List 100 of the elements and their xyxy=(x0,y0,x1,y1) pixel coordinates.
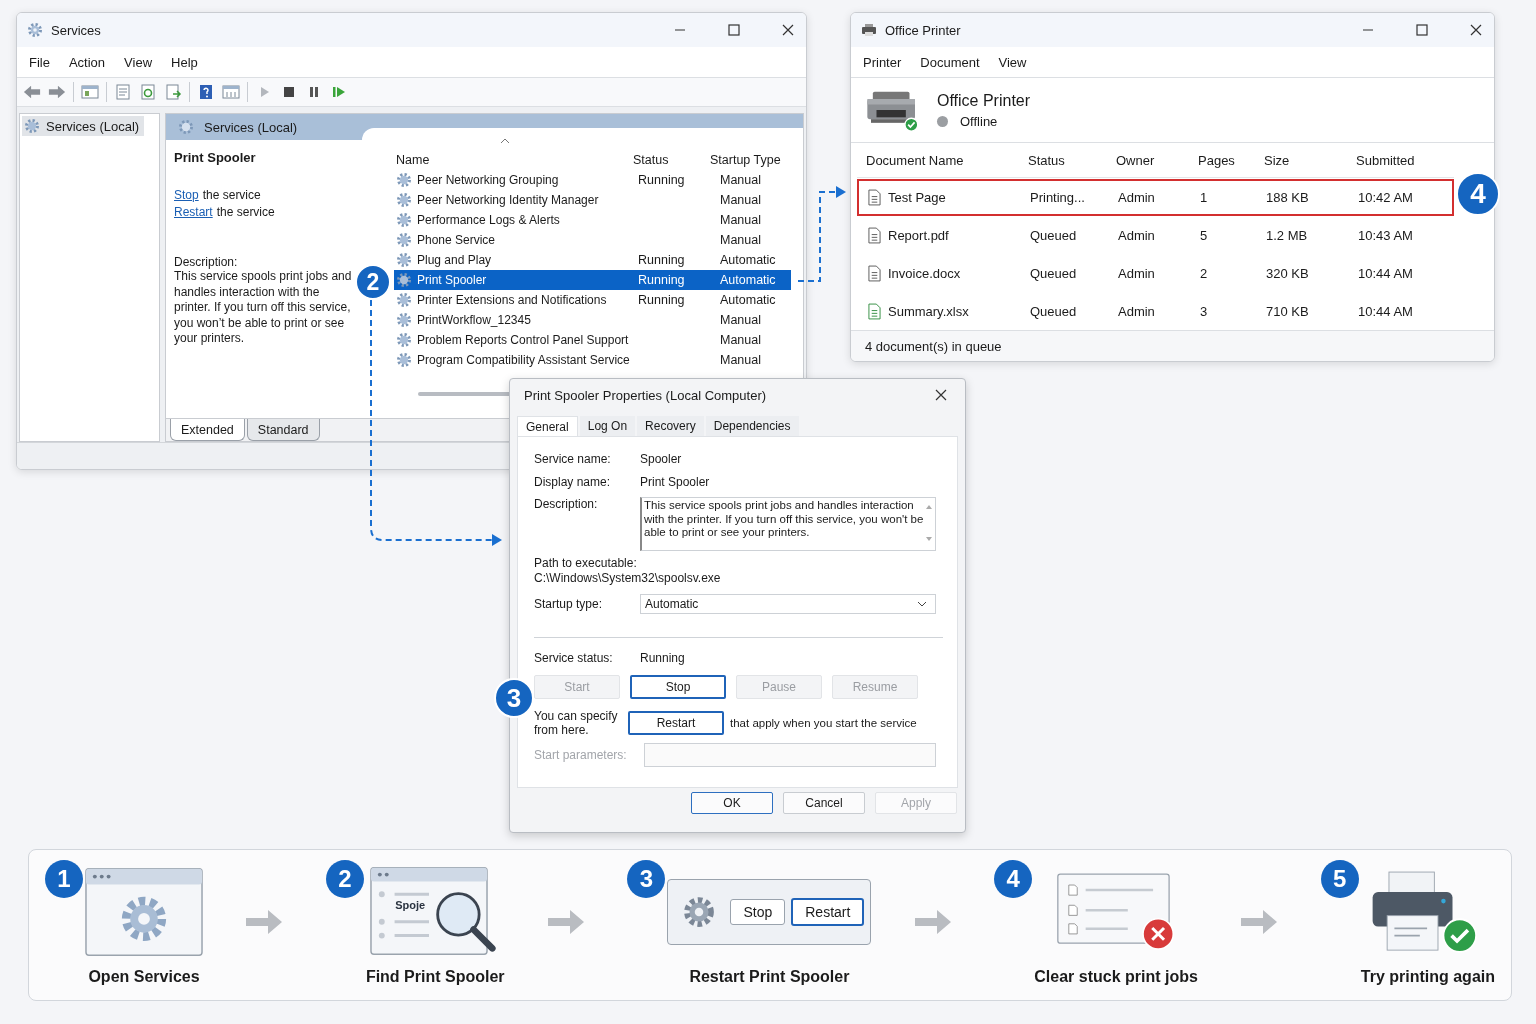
view-icon[interactable] xyxy=(222,84,240,100)
column-header[interactable]: Document Name xyxy=(857,152,1019,168)
tree-item[interactable]: Services (Local) xyxy=(22,116,145,136)
print-job-row[interactable]: Report.pdf Queued Admin 5 1.2 MB 10:43 AM xyxy=(857,217,1454,254)
gear-icon xyxy=(396,212,412,228)
document-icon xyxy=(868,227,881,244)
field-label: Startup type: xyxy=(534,596,604,611)
column-header[interactable]: Startup Type xyxy=(710,153,791,167)
print-job-row[interactable]: Summary.xlsx Queued Admin 3 710 KB 10:44 AM xyxy=(857,293,1454,330)
description-box[interactable]: This service spools print jobs and handles interaction with the printer. If you turn off this service, you won't be able to print or see your printers. xyxy=(640,497,936,551)
pane-title: Services (Local) xyxy=(204,119,298,135)
arrow-right-icon xyxy=(912,908,953,936)
view-tab[interactable]: Standard xyxy=(246,419,320,441)
gear-icon xyxy=(396,172,412,188)
dialog-tab[interactable]: General xyxy=(517,416,578,436)
service-action-link[interactable]: Restart xyxy=(174,205,213,219)
arrow-right-icon xyxy=(546,908,586,936)
gear-icon xyxy=(396,192,412,208)
dialog-tab[interactable]: Recovery xyxy=(637,416,704,436)
window-title: Office Printer xyxy=(885,22,961,38)
startup-type-dropdown[interactable]: Automatic xyxy=(640,593,936,614)
sort-caret-icon xyxy=(500,138,510,144)
start-parameters-field[interactable] xyxy=(644,743,936,767)
column-header[interactable]: Submitted xyxy=(1347,152,1454,168)
maximize-icon[interactable] xyxy=(728,24,740,36)
gear-icon xyxy=(682,895,717,929)
console-tree-icon[interactable] xyxy=(81,84,99,100)
dialog-tab[interactable]: Log On xyxy=(579,416,636,436)
field-value: Print Spooler xyxy=(640,474,710,489)
service-row[interactable]: PrintWorkflow_12345 Manual xyxy=(394,310,791,330)
column-header[interactable]: Size xyxy=(1255,152,1347,168)
print-job-row[interactable]: Invoice.docx Queued Admin 2 320 KB 10:44 AM xyxy=(857,255,1454,292)
column-header[interactable]: Pages xyxy=(1189,152,1255,168)
forward-icon[interactable] xyxy=(48,84,66,100)
column-header[interactable]: Status xyxy=(633,153,710,167)
service-row[interactable]: Peer Networking Identity Manager Manual xyxy=(394,190,791,210)
column-header[interactable]: Name xyxy=(396,153,633,167)
gear-icon xyxy=(24,118,40,134)
service-control-button[interactable]: Stop xyxy=(630,675,726,699)
menu-item[interactable]: View xyxy=(998,54,1027,70)
dialog-title: Print Spooler Properties (Local Computer) xyxy=(524,387,767,403)
window-title: Services xyxy=(51,22,101,38)
gear-icon xyxy=(396,232,412,248)
export-icon[interactable] xyxy=(164,84,182,100)
action-text: the service xyxy=(202,188,261,202)
service-row[interactable]: Print Spooler Running Automatic xyxy=(394,270,791,290)
printer-icon xyxy=(861,22,877,38)
service-row[interactable]: Problem Reports Control Panel Support Manual xyxy=(394,330,791,350)
step-label: Find Print Spooler xyxy=(365,968,505,986)
menu-item[interactable]: Help xyxy=(171,54,198,70)
service-row[interactable]: Plug and Play Running Automatic xyxy=(394,250,791,270)
step-label: Clear stuck print jobs xyxy=(1034,968,1198,986)
restart-button[interactable]: Restart xyxy=(628,711,724,735)
gear-icon xyxy=(396,272,412,288)
field-value: C:\Windows\System32\spoolsv.exe xyxy=(534,571,722,586)
chevron-down-icon xyxy=(917,600,927,607)
refresh-icon[interactable] xyxy=(139,84,157,100)
description-label: Description: xyxy=(174,255,239,269)
maximize-icon[interactable] xyxy=(1416,24,1428,36)
service-row[interactable]: Phone Service Manual xyxy=(394,230,791,250)
back-icon[interactable] xyxy=(23,84,41,100)
menu-item[interactable]: Printer xyxy=(863,54,902,70)
hint-text: You can specify from here. xyxy=(534,709,619,737)
dialog-button[interactable]: Cancel xyxy=(783,792,865,814)
field-value: Spooler xyxy=(640,451,682,466)
dialog-button[interactable]: OK xyxy=(691,792,773,814)
help-icon[interactable] xyxy=(197,84,215,100)
hint-text: that apply when you start the service xyxy=(730,717,917,729)
scroll-arrows-icon[interactable] xyxy=(925,503,933,543)
service-row[interactable]: Peer Networking Grouping Running Manual xyxy=(394,170,791,190)
service-action-link[interactable]: Stop xyxy=(174,188,199,202)
field-label: Display name: xyxy=(534,474,612,489)
menu-item[interactable]: Action xyxy=(68,54,106,70)
view-tab[interactable]: Extended xyxy=(170,419,245,441)
stop-button-drawing: Stop xyxy=(730,899,786,925)
action-text: the service xyxy=(216,205,275,219)
step-number-badge: 4 xyxy=(994,860,1033,898)
step-label: Open Services xyxy=(88,968,200,986)
menu-item[interactable]: File xyxy=(29,54,50,70)
field-label: Path to executable: xyxy=(534,556,638,571)
service-row[interactable]: Performance Logs & Alerts Manual xyxy=(394,210,791,230)
restart-button-drawing: Restart xyxy=(791,898,865,926)
status-text: 4 document(s) in queue xyxy=(865,338,1002,354)
column-header[interactable]: Owner xyxy=(1107,152,1189,168)
menu-item[interactable]: View xyxy=(124,54,153,70)
close-icon[interactable] xyxy=(1470,24,1482,36)
step-number-badge: 3 xyxy=(494,678,534,718)
properties-icon[interactable] xyxy=(114,84,132,100)
column-header[interactable]: Status xyxy=(1019,152,1107,168)
dialog-tab[interactable]: Dependencies xyxy=(705,416,799,436)
printer-status: Offline xyxy=(960,113,998,129)
gear-icon xyxy=(396,252,412,268)
close-icon[interactable] xyxy=(935,389,947,401)
menu-item[interactable]: Document xyxy=(920,54,980,70)
field-label: Service status: xyxy=(534,650,614,665)
print-job-row[interactable]: Test Page Printing... Admin 1 188 KB 10:42 AM xyxy=(857,179,1454,216)
description-text: This service spools print jobs and handles interaction with the printer. If you turn off this service, you won’t be able to print or see your printers. xyxy=(174,269,353,347)
service-row[interactable]: Printer Extensions and Notifications Running Automatic xyxy=(394,290,791,310)
service-row[interactable]: Program Compatibility Assistant Service Manual xyxy=(394,350,791,370)
close-icon[interactable] xyxy=(782,24,794,36)
